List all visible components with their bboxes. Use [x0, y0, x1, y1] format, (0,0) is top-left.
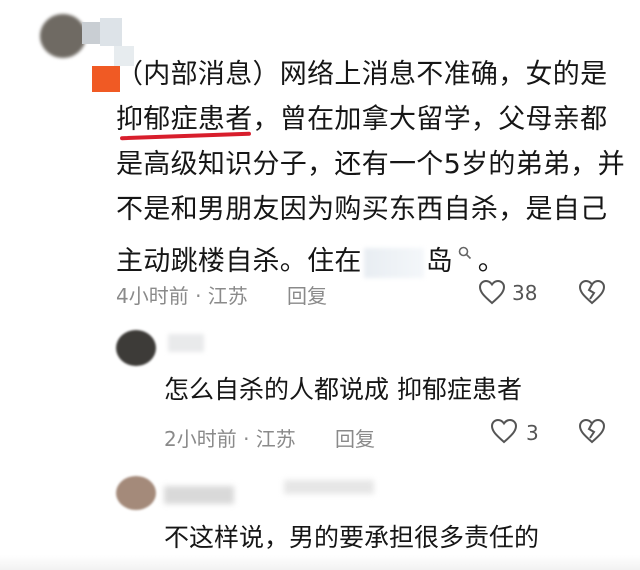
- dislike-button[interactable]: [578, 279, 606, 309]
- redacted-text: [363, 247, 424, 278]
- reply-body: 不这样说，男的要承担很多责任的: [164, 523, 540, 552]
- reply-body: 怎么自杀的人都说成 抑郁症患者: [164, 375, 522, 404]
- comment-line-head: 主动跳楼自杀。住在: [116, 246, 362, 277]
- heart-icon: [478, 279, 506, 305]
- bottom-edge: [0, 555, 640, 570]
- comment-meta: 2小时前 · 江苏: [164, 427, 296, 451]
- comment-meta: 4小时前 · 江苏: [116, 284, 248, 308]
- like-count: 38: [512, 281, 538, 305]
- comment-line-tail: ，曾在加拿大留学，父母亲都: [252, 104, 608, 135]
- heartbreak-icon: [578, 418, 606, 444]
- like-button[interactable]: [490, 418, 518, 448]
- reply-button[interactable]: 回复: [335, 423, 375, 452]
- highlighted-phrase: 抑郁症患者: [116, 97, 253, 142]
- dislike-button[interactable]: [578, 418, 606, 448]
- search-icon[interactable]: [453, 245, 478, 264]
- comment-line: 是高级知识分子，还有一个5岁的弟弟，并: [116, 149, 625, 180]
- avatar[interactable]: [36, 8, 134, 92]
- like-button[interactable]: [478, 279, 506, 309]
- heart-icon: [490, 418, 518, 444]
- comment-body: （内部消息）网络上消息不准确，女的是 抑郁症患者，曾在加拿大留学，父母亲都 是高…: [116, 52, 625, 278]
- like-count: 3: [526, 421, 539, 445]
- comment-line: （内部消息）网络上消息不准确，女的是: [116, 59, 608, 90]
- heartbreak-icon: [578, 279, 606, 305]
- comment-line: 抑郁症患者，曾在加拿大留学，父母亲都: [116, 97, 608, 142]
- comment-line: 不是和男朋友因为购买东西自杀，是自己: [116, 194, 608, 225]
- avatar[interactable]: [116, 330, 236, 366]
- comment-line-end: 。: [477, 246, 506, 277]
- reply-button[interactable]: 回复: [287, 280, 327, 309]
- comment-line-place: 岛: [425, 246, 454, 277]
- comment-line: 主动跳楼自杀。住在 岛 。: [116, 232, 606, 278]
- avatar[interactable]: [116, 476, 376, 510]
